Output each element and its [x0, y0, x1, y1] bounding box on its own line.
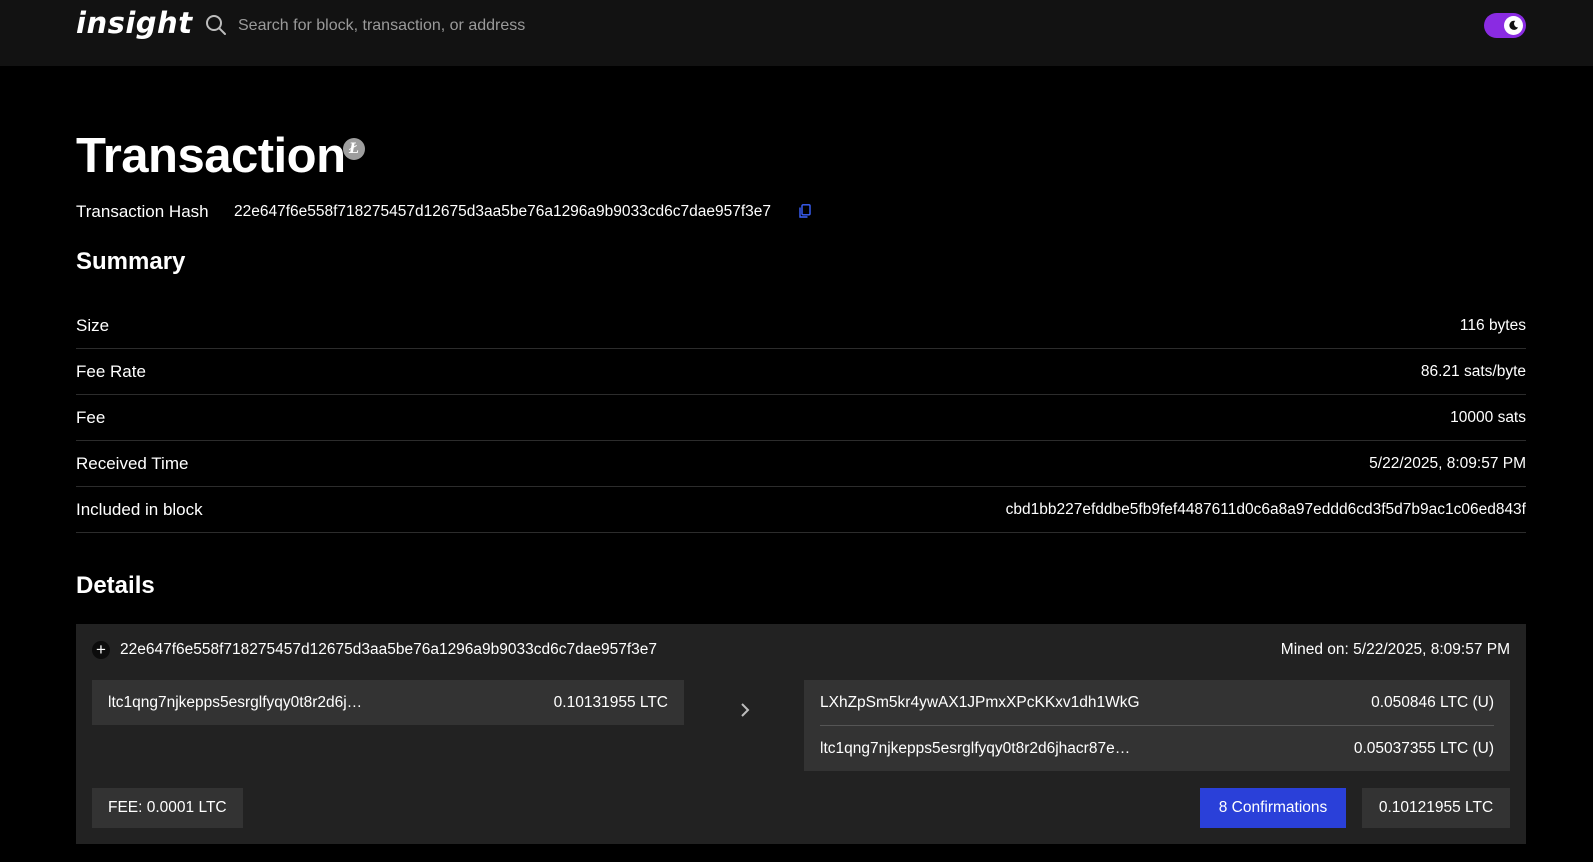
confirmations-button[interactable]: 8 Confirmations — [1200, 788, 1346, 828]
dark-mode-toggle[interactable] — [1484, 13, 1526, 38]
input-address-link[interactable]: ltc1qng7njkepps5esrglfyqy0t8r2d6j… — [108, 694, 362, 712]
transaction-details-panel: + 22e647f6e558f718275457d12675d3aa5be76a… — [76, 624, 1526, 844]
details-heading: Details — [76, 572, 155, 599]
summary-row-size: Size 116 bytes — [76, 303, 1526, 349]
summary-row-received-time: Received Time 5/22/2025, 8:09:57 PM — [76, 441, 1526, 487]
expand-plus-icon[interactable]: + — [92, 641, 110, 659]
summary-value: 10000 sats — [1450, 409, 1526, 426]
output-address-link[interactable]: LXhZpSm5kr4ywAX1JPmxXPcKKxv1dh1WkG — [820, 694, 1140, 712]
total-amount-badge: 0.10121955 LTC — [1362, 788, 1510, 828]
chevron-right-icon — [741, 703, 750, 717]
search-input[interactable] — [236, 12, 700, 40]
summary-label: Included in block — [76, 500, 203, 519]
summary-row-included-in-block: Included in block cbd1bb227efddbe5fb9fef… — [76, 487, 1526, 533]
details-tx-hash[interactable]: 22e647f6e558f718275457d12675d3aa5be76a12… — [120, 641, 657, 659]
litecoin-icon: Ł — [343, 138, 365, 160]
moon-icon — [1509, 20, 1519, 30]
output-address-link[interactable]: ltc1qng7njkepps5esrglfyqy0t8r2d6jhacr87e… — [820, 740, 1130, 758]
summary-row-fee: Fee 10000 sats — [76, 395, 1526, 441]
summary-row-fee-rate: Fee Rate 86.21 sats/byte — [76, 349, 1526, 395]
input-item: ltc1qng7njkepps5esrglfyqy0t8r2d6j… 0.101… — [92, 680, 684, 725]
summary-value: 5/22/2025, 8:09:57 PM — [1369, 455, 1526, 472]
summary-label: Size — [76, 316, 110, 335]
block-hash-link[interactable]: cbd1bb227efddbe5fb9fef4487611d0c6a8a97ed… — [1006, 501, 1526, 519]
insight-logo[interactable]: insight — [76, 6, 193, 40]
summary-label: Fee — [76, 408, 106, 427]
fee-badge: FEE: 0.0001 LTC — [92, 788, 243, 828]
summary-label: Received Time — [76, 454, 189, 473]
input-amount: 0.10131955 LTC — [553, 694, 668, 711]
summary-value: 116 bytes — [1459, 317, 1526, 334]
output-amount: 0.050846 LTC (U) — [1371, 694, 1494, 711]
page-title: Transaction — [76, 129, 346, 183]
summary-heading: Summary — [76, 248, 186, 275]
output-divider — [820, 725, 1494, 726]
copy-icon[interactable] — [799, 204, 811, 218]
summary-value: 86.21 sats/byte — [1420, 363, 1526, 380]
outputs-list: LXhZpSm5kr4ywAX1JPmxXPcKKxv1dh1WkG 0.050… — [804, 680, 1510, 771]
output-amount: 0.05037355 LTC (U) — [1353, 740, 1494, 757]
toggle-knob — [1504, 16, 1523, 35]
search-icon — [206, 15, 226, 35]
mined-on-text: Mined on: 5/22/2025, 8:09:57 PM — [1280, 641, 1510, 658]
top-bar: insight — [0, 0, 1593, 66]
transaction-hash-value: 22e647f6e558f718275457d12675d3aa5be76a12… — [234, 203, 772, 220]
summary-label: Fee Rate — [76, 362, 146, 381]
transaction-hash-label: Transaction Hash — [76, 202, 209, 221]
